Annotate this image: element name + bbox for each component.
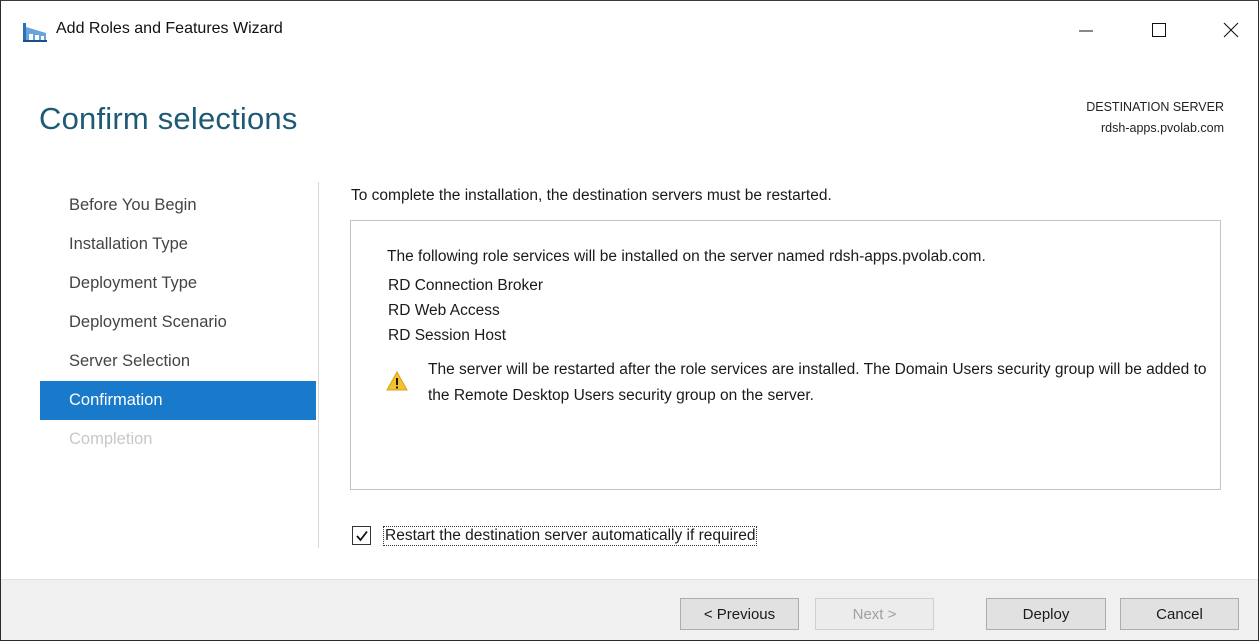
list-item: RD Connection Broker	[388, 277, 544, 294]
minimize-icon	[1079, 30, 1093, 32]
title-bar: Add Roles and Features Wizard	[1, 1, 1258, 57]
restart-checkbox[interactable]	[352, 526, 371, 545]
nav-item-before-you-begin[interactable]: Before You Begin	[40, 186, 316, 225]
destination-server-name: rdsh-apps.pvolab.com	[1101, 121, 1224, 135]
nav-item-completion: Completion	[69, 430, 153, 448]
list-item: RD Session Host	[388, 327, 507, 344]
list-item: RD Web Access	[388, 302, 500, 319]
confirmation-summary-box: The following role services will be inst…	[350, 220, 1221, 490]
restart-note: To complete the installation, the destin…	[351, 187, 832, 204]
maximize-icon	[1152, 23, 1166, 37]
next-button: Next >	[815, 598, 934, 630]
destination-server-info: DESTINATION SERVER rdsh-apps.pvolab.com	[1086, 97, 1224, 139]
server-manager-app-icon	[23, 23, 47, 42]
wizard-footer: < Previous Next > Deploy Cancel	[1, 579, 1258, 640]
checkmark-icon	[355, 530, 368, 541]
restart-checkbox-label[interactable]: Restart the destination server automatic…	[383, 526, 758, 546]
wizard-window: Add Roles and Features Wizard Confirm se…	[0, 0, 1259, 641]
nav-item-deployment-type[interactable]: Deployment Type	[40, 264, 316, 303]
nav-item-confirmation[interactable]: Confirmation	[40, 381, 316, 420]
deploy-button[interactable]: Deploy	[986, 598, 1106, 630]
maximize-button[interactable]	[1139, 13, 1179, 47]
nav-item-server-selection[interactable]: Server Selection	[40, 342, 316, 381]
restart-warning-text: The server will be restarted after the r…	[428, 361, 1207, 404]
summary-intro: The following role services will be inst…	[387, 248, 986, 265]
page-title: Confirm selections	[39, 101, 298, 136]
role-services-list: RD Connection Broker RD Web Access RD Se…	[388, 273, 543, 348]
cancel-button[interactable]: Cancel	[1120, 598, 1239, 630]
previous-button[interactable]: < Previous	[680, 598, 799, 630]
wizard-steps-nav: Before You Begin Installation Type Deplo…	[40, 186, 316, 459]
nav-item-deployment-scenario[interactable]: Deployment Scenario	[40, 303, 316, 342]
destination-server-heading: DESTINATION SERVER	[1086, 100, 1224, 114]
close-icon	[1223, 22, 1239, 38]
nav-divider	[318, 182, 319, 548]
minimize-button[interactable]	[1066, 13, 1106, 47]
warning-triangle-icon	[386, 371, 408, 391]
nav-item-installation-type[interactable]: Installation Type	[40, 225, 316, 264]
close-button[interactable]	[1211, 13, 1251, 47]
window-title: Add Roles and Features Wizard	[56, 20, 283, 37]
